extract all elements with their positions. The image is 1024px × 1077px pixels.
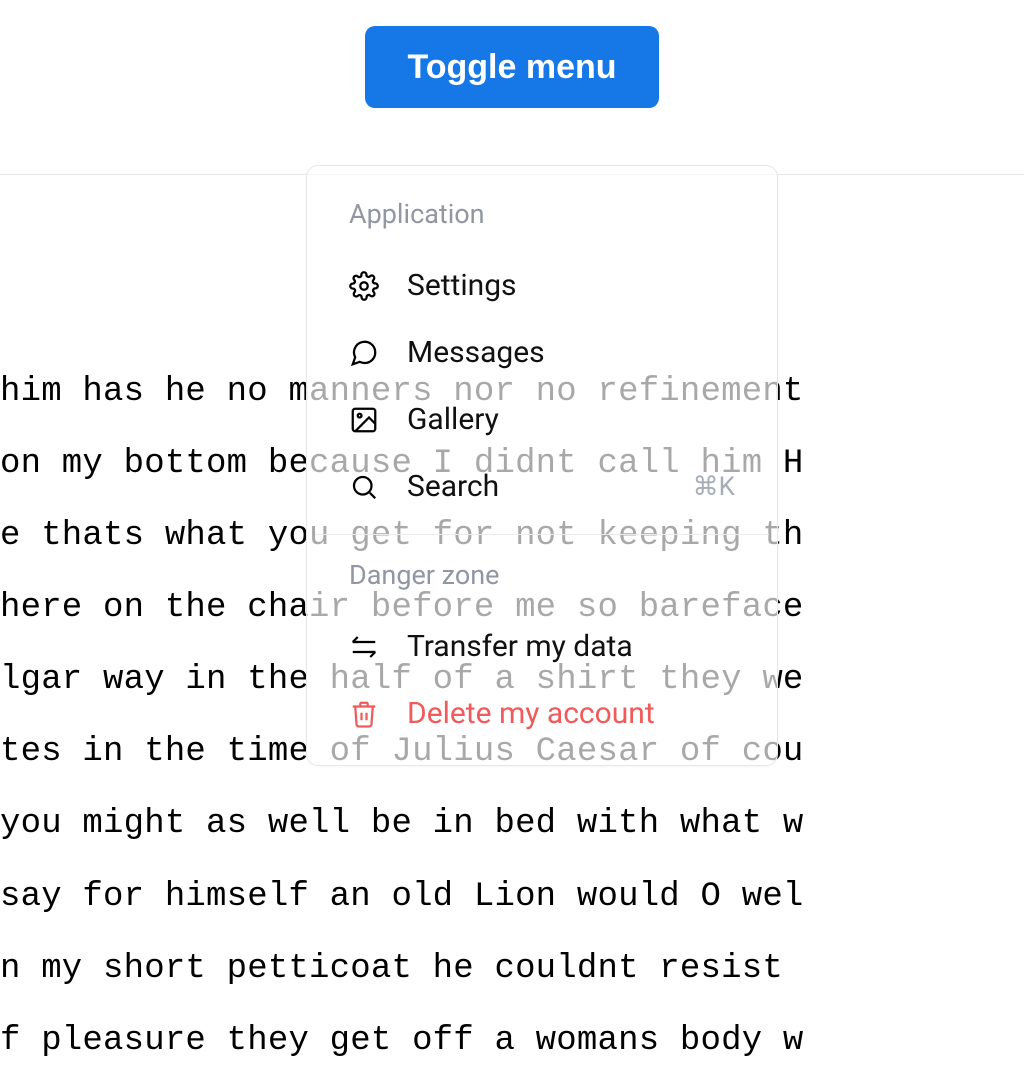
menu-item-label: Search [407,469,499,504]
menu-item-delete-account[interactable]: Delete my account [315,680,769,747]
toggle-menu-button[interactable]: Toggle menu [365,26,658,108]
trash-icon [349,699,379,729]
image-icon [349,405,379,435]
menu-item-gallery[interactable]: Gallery [315,386,769,453]
chat-icon [349,338,379,368]
menu-item-transfer[interactable]: Transfer my data [315,613,769,680]
menu-group-label-application: Application [315,184,769,252]
menu-item-settings[interactable]: Settings [315,252,769,319]
gear-icon [349,271,379,301]
menu-group-label-danger: Danger zone [315,545,769,613]
menu-item-label: Transfer my data [407,629,633,664]
menu-item-label: Messages [407,335,545,370]
search-icon [349,472,379,502]
menu-item-search[interactable]: Search ⌘K [315,453,769,520]
arrows-icon [349,632,379,662]
menu-divider [315,534,769,535]
menu-item-shortcut: ⌘K [693,472,735,502]
header-area: Toggle menu [0,0,1024,175]
menu-item-label: Gallery [407,402,499,437]
menu-item-label: Delete my account [407,696,655,731]
menu-item-label: Settings [407,268,517,303]
dropdown-menu: Application Settings Messages Gallery Se… [306,165,778,766]
menu-item-messages[interactable]: Messages [315,319,769,386]
